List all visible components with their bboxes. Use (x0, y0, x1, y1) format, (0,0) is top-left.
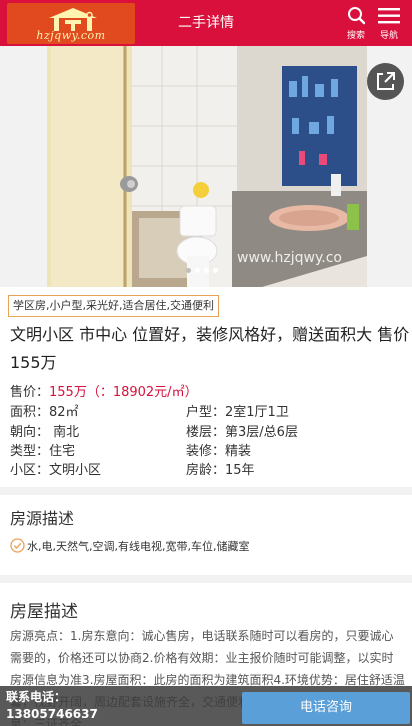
check-circle-icon (10, 538, 25, 553)
spec-value: 精装 (225, 444, 252, 459)
spec-value: 南北 (49, 425, 80, 440)
spec-value: 82㎡ (49, 405, 79, 420)
carousel-dot[interactable] (186, 268, 191, 273)
carousel-dot[interactable] (204, 268, 209, 273)
search-button[interactable]: 搜索 (343, 5, 369, 41)
nav-label: 导航 (379, 31, 398, 41)
contact-phone[interactable]: 13805746637 (6, 706, 98, 723)
logo-text: hzjqwy.com (36, 29, 106, 42)
section-divider (0, 575, 412, 583)
spec-building-age: 房龄：15年 (186, 461, 255, 481)
spec-layout: 户型：2室1厅1卫 (186, 403, 289, 423)
contact-info: 联系电话： 13805746637 (6, 689, 98, 723)
contact-label: 联系电话： (6, 690, 67, 704)
spec-label: 朝向： (10, 425, 50, 440)
top-bar: hzjqwy.com 二手详情 搜索 导航 (0, 0, 412, 46)
source-desc-title: 房源描述 (10, 509, 75, 528)
bathroom-photo-image: www.hzjqwy.co (47, 46, 367, 287)
menu-icon (378, 8, 400, 24)
spec-label: 小区： (10, 463, 50, 478)
spec-type: 类型：住宅 (10, 442, 75, 462)
spec-floor: 楼层：第3层/总6层 (186, 423, 298, 443)
carousel-indicators (186, 268, 222, 274)
spec-label: 面积： (10, 405, 50, 420)
carousel-dot[interactable] (195, 268, 200, 273)
price-line: 售价：155万（：18902元/㎡） (10, 383, 198, 403)
spec-value: 文明小区 (49, 463, 102, 478)
spec-decoration: 装修：精装 (186, 442, 251, 462)
share-button[interactable] (367, 63, 404, 100)
spec-area: 面积：82㎡ (10, 403, 79, 423)
spec-label: 户型： (186, 405, 226, 420)
listing-photo: www.hzjqwy.co (47, 46, 367, 287)
site-logo[interactable]: hzjqwy.com (7, 3, 135, 44)
search-icon (348, 7, 366, 25)
photo-carousel[interactable]: www.hzjqwy.co (0, 46, 412, 287)
spec-value: 2室1厅1卫 (225, 405, 289, 420)
listing-title: 文明小区 市中心 位置好，装修风格好，赠送面积大 售价155万 (10, 325, 410, 372)
spec-value: 第3层/总6层 (225, 425, 298, 440)
spec-label: 楼层： (186, 425, 226, 440)
spec-label: 房龄： (186, 463, 226, 478)
feature-tags: 学区房,小户型,采光好,适合居住,交通便利 (8, 295, 219, 317)
share-icon (377, 72, 395, 90)
amenities-list: 水,电,天然气,空调,有线电视,宽带,车位,储藏室 (10, 538, 249, 556)
spec-value: 住宅 (49, 444, 76, 459)
spec-label: 装修： (186, 444, 226, 459)
call-button[interactable]: 电话咨询 (242, 692, 410, 724)
contact-bar: 联系电话： 13805746637 电话咨询 (0, 686, 412, 726)
spec-community: 小区：文明小区 (10, 461, 101, 481)
price-label: 售价： (10, 385, 50, 400)
price-value: 155万（：18902元/㎡） (49, 385, 198, 400)
house-desc-title: 房屋描述 (10, 602, 78, 622)
search-label: 搜索 (346, 31, 365, 41)
amenities-text: 水,电,天然气,空调,有线电视,宽带,车位,储藏室 (27, 540, 250, 553)
spec-label: 类型： (10, 444, 50, 459)
nav-menu-button[interactable]: 导航 (376, 5, 402, 41)
carousel-dot[interactable] (213, 268, 218, 273)
section-divider (0, 487, 412, 495)
photo-watermark: www.hzjqwy.co (237, 250, 342, 266)
page-title: 二手详情 (178, 15, 234, 31)
spec-orientation: 朝向： 南北 (10, 423, 79, 443)
spec-value: 15年 (225, 463, 255, 478)
